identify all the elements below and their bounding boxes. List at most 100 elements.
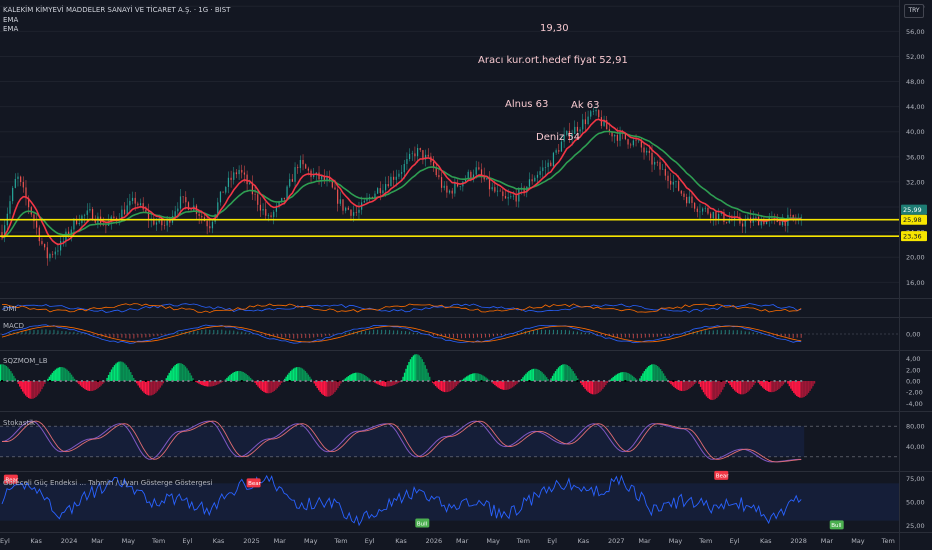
- x-axis-tick-label: Mar: [821, 537, 834, 545]
- macd-histogram-bar: [197, 330, 199, 334]
- sqzmom-bar: [230, 373, 233, 381]
- sqzmom-bar: [244, 372, 246, 381]
- sqzmom-bar: [773, 381, 776, 392]
- dmi-pane-label: DMI: [3, 305, 17, 313]
- sqzmom-bar: [20, 381, 22, 390]
- sqzmom-pane-label: SQZMOM_LB: [3, 357, 48, 365]
- macd-histogram-bar: [245, 332, 247, 334]
- macd-histogram-bar: [305, 334, 307, 338]
- candle-body: [656, 161, 658, 163]
- candle-body: [142, 203, 144, 210]
- sqzmom-bar: [409, 359, 412, 381]
- sqzmom-zero-dot: [421, 380, 424, 382]
- candle-body: [385, 184, 387, 191]
- x-axis-tick-label: May: [851, 537, 865, 545]
- candle-body: [448, 190, 451, 193]
- sqzmom-bar: [645, 369, 647, 381]
- sqzmom-bar: [463, 378, 465, 381]
- candle-body: [78, 222, 80, 225]
- sqzmom-zero-dot: [118, 380, 121, 382]
- sqzmom-bar: [300, 367, 302, 381]
- sqzmom-bar: [254, 381, 256, 383]
- candle-body: [478, 167, 480, 170]
- sqzmom-bar: [344, 378, 347, 381]
- macd-histogram-bar: [493, 334, 495, 337]
- sqzmom-bar: [340, 381, 342, 384]
- macd-histogram-bar: [221, 329, 223, 334]
- sqzmom-zero-dot: [144, 380, 147, 382]
- macd-histogram-bar: [740, 330, 742, 334]
- sqzmom-bar: [320, 381, 323, 394]
- sqzmom-zero-dot: [709, 380, 712, 382]
- macd-histogram-bar: [241, 331, 243, 334]
- bull-marker-label: Bull: [831, 523, 842, 529]
- candle-body: [353, 212, 355, 216]
- sqzmom-zero-dot: [624, 380, 627, 382]
- macd-histogram-bar: [313, 334, 315, 338]
- sqzmom-bar: [186, 368, 188, 381]
- sqzmom-bar: [739, 381, 742, 395]
- sqzmom-bar: [794, 381, 796, 395]
- sqzmom-bar: [722, 381, 724, 390]
- candle-body: [14, 178, 16, 188]
- candle-body: [512, 195, 515, 197]
- sqzmom-bar: [127, 367, 129, 381]
- sqzmom-zero-dot: [730, 380, 733, 382]
- sqzmom-bar: [144, 381, 147, 394]
- sqzmom-bar: [713, 381, 715, 400]
- chart-canvas[interactable]: 60,0056,0052,0048,0044,0040,0036,0032,00…: [0, 0, 932, 550]
- candle-body: [177, 208, 179, 212]
- sqzmom-zero-dot: [491, 380, 494, 382]
- sqzmom-bar: [719, 381, 721, 395]
- macd-histogram-bar: [373, 329, 375, 334]
- sqzmom-bar: [59, 367, 61, 381]
- sqzmom-zero-dot: [6, 380, 9, 382]
- sqzmom-bar: [600, 381, 603, 391]
- sqzmom-bar: [100, 381, 102, 386]
- macd-histogram-bar: [477, 334, 479, 338]
- macd-histogram-bar: [405, 331, 407, 334]
- sqzmom-bar: [596, 381, 598, 394]
- candle-body: [209, 226, 211, 229]
- sqzmom-bar: [553, 373, 555, 381]
- sqzmom-bar: [60, 367, 62, 381]
- sqzmom-bar: [594, 381, 597, 395]
- indicator-ema-1[interactable]: EMA: [3, 16, 18, 25]
- sqzmom-bar: [590, 381, 592, 394]
- sqzmom-bar: [804, 381, 807, 396]
- sqzmom-bar: [738, 381, 740, 394]
- candle-body: [672, 181, 674, 185]
- currency-badge[interactable]: TRY: [904, 4, 924, 18]
- sqzmom-bar: [708, 381, 711, 400]
- sqzmom-bar: [584, 381, 586, 389]
- candle-body: [163, 225, 166, 226]
- candle-body: [718, 213, 720, 220]
- sqzmom-zero-dot: [160, 380, 163, 382]
- sqzmom-zero-dot: [22, 380, 25, 382]
- sqzmom-zero-dot: [405, 380, 408, 382]
- sqzmom-bar: [643, 371, 646, 381]
- sqzmom-zero-dot: [347, 380, 350, 382]
- candle-body: [345, 207, 347, 211]
- sqzmom-bar: [72, 376, 74, 381]
- sqzmom-zero-dot: [528, 380, 531, 382]
- candle-body: [440, 177, 443, 188]
- sqzmom-bar: [260, 381, 262, 390]
- macd-histogram-bar: [465, 334, 467, 339]
- sqzmom-bar: [754, 381, 757, 384]
- candle-body: [670, 180, 672, 185]
- sqzmom-zero-dot: [400, 380, 403, 382]
- candle-body: [60, 241, 62, 251]
- x-axis-tick-label: 2026: [426, 537, 443, 545]
- sqzmom-bar: [420, 357, 422, 381]
- sqzmom-bar: [711, 381, 714, 401]
- sqzmom-bar: [239, 371, 241, 381]
- sqzmom-zero-dot: [544, 380, 547, 382]
- sqzmom-bar: [269, 381, 271, 394]
- indicator-ema-2[interactable]: EMA: [3, 25, 18, 34]
- macd-histogram-bar: [600, 334, 602, 336]
- sqzmom-bar: [41, 381, 43, 390]
- sqzmom-zero-dot: [512, 380, 515, 382]
- sqzmom-bar: [326, 381, 329, 397]
- sqzmom-bar: [245, 373, 247, 381]
